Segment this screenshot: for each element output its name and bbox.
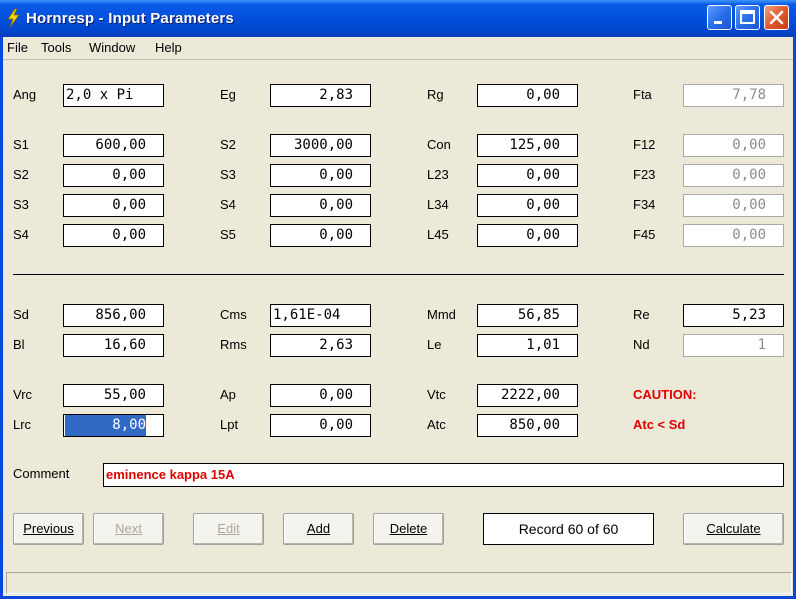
menu-window[interactable]: Window	[89, 40, 135, 55]
param-label: S3	[220, 167, 236, 182]
param-input-rms[interactable]: 2,63	[270, 334, 371, 357]
param-label: Cms	[220, 307, 247, 322]
maximize-button[interactable]	[735, 5, 760, 30]
param-input-s3[interactable]: 0,00	[270, 164, 371, 187]
record-indicator: Record 60 of 60	[483, 513, 654, 545]
param-input-mmd[interactable]: 56,85	[477, 304, 578, 327]
param-label: S1	[13, 137, 29, 152]
window-title: Hornresp - Input Parameters	[26, 10, 234, 27]
menu-tools[interactable]: Tools	[41, 40, 71, 55]
param-input-atc[interactable]: 850,00	[477, 414, 578, 437]
minimize-icon	[714, 21, 722, 24]
selected-text: 8,00	[65, 415, 146, 436]
param-label: Ap	[220, 387, 236, 402]
close-button[interactable]	[764, 5, 789, 30]
comment-label: Comment	[13, 466, 70, 481]
close-icon	[769, 10, 784, 25]
param-label: Fta	[633, 87, 652, 102]
section-divider	[13, 274, 784, 275]
param-label: F12	[633, 137, 656, 152]
param-label: S4	[220, 197, 236, 212]
param-label: Lpt	[220, 417, 239, 432]
param-input-re[interactable]: 5,23	[683, 304, 784, 327]
param-input-nd: 1	[683, 334, 784, 357]
param-input-s5[interactable]: 0,00	[270, 224, 371, 247]
param-label: Atc	[427, 417, 446, 432]
delete-button[interactable]: Delete	[373, 513, 444, 545]
param-label: Mmd	[427, 307, 456, 322]
status-bar	[6, 572, 792, 594]
param-input-f45: 0,00	[683, 224, 784, 247]
param-label: Vrc	[13, 387, 33, 402]
param-label: F34	[633, 197, 656, 212]
param-input-con[interactable]: 125,00	[477, 134, 578, 157]
param-label: Bl	[13, 337, 25, 352]
param-label: Nd	[633, 337, 650, 352]
param-label: Eg	[220, 87, 236, 102]
param-label: S2	[13, 167, 29, 182]
minimize-button[interactable]	[707, 5, 732, 30]
menu-bar: File Tools Window Help	[3, 37, 793, 59]
param-label: Le	[427, 337, 442, 352]
param-label: F45	[633, 227, 656, 242]
param-label: Ang	[13, 87, 37, 102]
param-input-s2[interactable]: 3000,00	[270, 134, 371, 157]
param-input-f23: 0,00	[683, 164, 784, 187]
param-label: Sd	[13, 307, 29, 322]
calculate-button[interactable]: Calculate	[683, 513, 784, 545]
param-input-eg[interactable]: 2,83	[270, 84, 371, 107]
menu-help[interactable]: Help	[155, 40, 182, 55]
maximize-icon	[740, 10, 755, 24]
param-label: Re	[633, 307, 650, 322]
param-input-vrc[interactable]: 55,00	[63, 384, 164, 407]
param-input-rg[interactable]: 0,00	[477, 84, 578, 107]
param-label: Rg	[427, 87, 444, 102]
title-bar[interactable]: Hornresp - Input Parameters	[0, 0, 796, 37]
param-input-s2[interactable]: 0,00	[63, 164, 164, 187]
param-label: S4	[13, 227, 29, 242]
param-input-ap[interactable]: 0,00	[270, 384, 371, 407]
caution-text: CAUTION:	[633, 387, 697, 402]
param-label: L23	[427, 167, 449, 182]
hornresp-window: Hornresp - Input Parameters File Tools W…	[0, 0, 796, 599]
edit-button[interactable]: Edit	[193, 513, 264, 545]
param-input-bl[interactable]: 16,60	[63, 334, 164, 357]
param-input-s4[interactable]: 0,00	[63, 224, 164, 247]
param-label: Rms	[220, 337, 247, 352]
input-parameters-panel: Ang 2,0 x Pi Eg 2,83 Rg 0,00 Fta 7,78 S1 600,00 S2…	[3, 60, 793, 570]
param-input-sd[interactable]: 856,00	[63, 304, 164, 327]
param-input-l23[interactable]: 0,00	[477, 164, 578, 187]
param-input-le[interactable]: 1,01	[477, 334, 578, 357]
param-label: S3	[13, 197, 29, 212]
param-label: S2	[220, 137, 236, 152]
param-input-s4[interactable]: 0,00	[270, 194, 371, 217]
param-input-l34[interactable]: 0,00	[477, 194, 578, 217]
param-input-s1[interactable]: 600,00	[63, 134, 164, 157]
param-input-fta: 7,78	[683, 84, 784, 107]
param-label: Vtc	[427, 387, 446, 402]
add-button[interactable]: Add	[283, 513, 354, 545]
param-input-l45[interactable]: 0,00	[477, 224, 578, 247]
next-button[interactable]: Next	[93, 513, 164, 545]
param-input-lrc[interactable]: 8,00	[63, 414, 164, 437]
param-input-cms[interactable]: 1,61E-04	[270, 304, 371, 327]
param-input-vtc[interactable]: 2222,00	[477, 384, 578, 407]
menu-file[interactable]: File	[7, 40, 28, 55]
previous-button[interactable]: Previous	[13, 513, 84, 545]
param-label: Con	[427, 137, 451, 152]
param-input-s3[interactable]: 0,00	[63, 194, 164, 217]
param-input-lpt[interactable]: 0,00	[270, 414, 371, 437]
comment-input[interactable]: eminence kappa 15A	[103, 463, 784, 487]
param-input-ang[interactable]: 2,0 x Pi	[63, 84, 164, 107]
param-label: S5	[220, 227, 236, 242]
caution-text: Atc < Sd	[633, 417, 686, 432]
param-label: L34	[427, 197, 449, 212]
param-input-f12: 0,00	[683, 134, 784, 157]
lightning-icon	[7, 8, 20, 28]
param-input-f34: 0,00	[683, 194, 784, 217]
param-label: L45	[427, 227, 449, 242]
param-label: F23	[633, 167, 656, 182]
param-label: Lrc	[13, 417, 32, 432]
